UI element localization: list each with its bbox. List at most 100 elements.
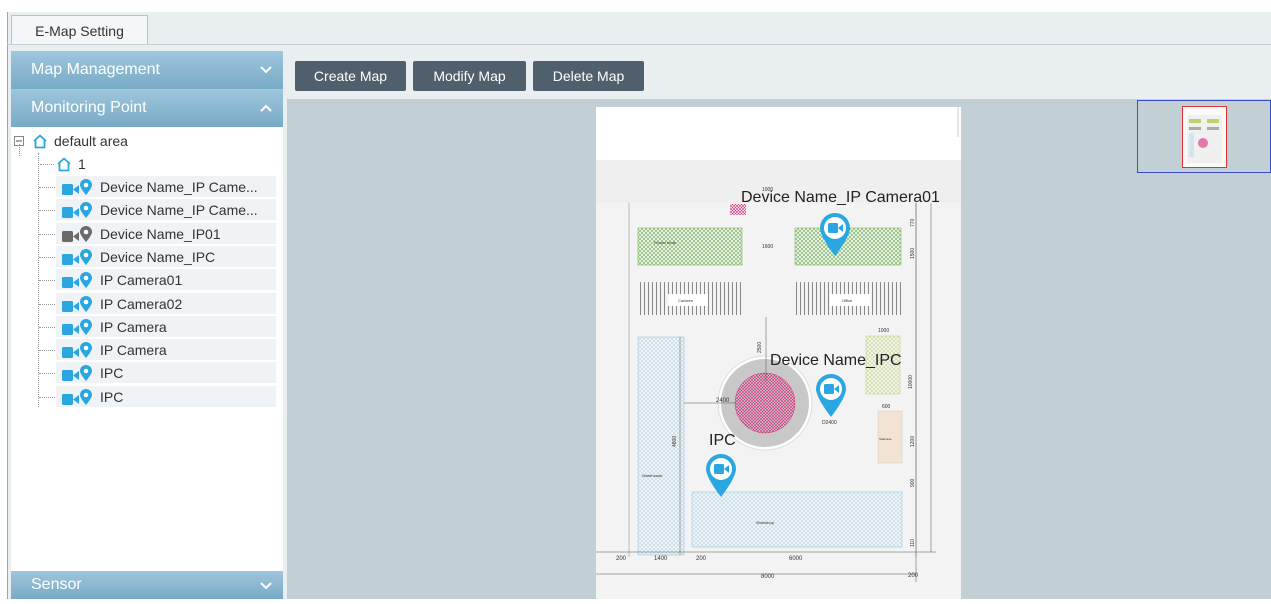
dots [40, 163, 54, 165]
map-management-header[interactable]: Map Management [11, 51, 283, 89]
device-item[interactable]: Device Name_IP Came... [56, 176, 276, 198]
device-item[interactable]: IP Camera02 [56, 292, 276, 315]
tree-line [39, 280, 55, 282]
location-pin-icon [80, 365, 92, 382]
tree-line [39, 350, 55, 352]
device-label: IPC [100, 388, 124, 405]
location-pin-icon [80, 318, 92, 335]
camera-icon [62, 275, 79, 289]
tree-line [39, 326, 55, 328]
home-icon [32, 134, 48, 149]
sensor-label: Sensor [31, 576, 82, 593]
dim-2400: 2400 [716, 398, 730, 404]
location-pin-icon [80, 179, 92, 195]
device-item[interactable]: IPC [56, 385, 276, 408]
device-item[interactable]: Device Name_IP01 [56, 222, 276, 245]
device-label: Device Name_IP Came... [100, 202, 258, 219]
create-map-button[interactable]: Create Map [295, 61, 406, 91]
tree-line [39, 396, 55, 398]
camera-marker-icon[interactable] [704, 452, 738, 503]
tree-line [39, 233, 55, 235]
dim-6000: 6000 [789, 556, 803, 562]
modify-map-button[interactable]: Modify Map [413, 61, 526, 91]
dim-770: 770 [910, 218, 916, 227]
location-pin-icon [80, 295, 92, 312]
device-label: IP Camera02 [100, 295, 183, 312]
camera-icon [62, 182, 79, 195]
dim-10000: 10000 [908, 375, 914, 389]
map-management-label: Map Management [31, 61, 160, 78]
location-pin-icon [80, 342, 92, 359]
location-pin-icon [80, 225, 92, 242]
dim-1200: 1200 [910, 436, 916, 447]
camera-icon [62, 392, 79, 405]
sensor-header[interactable]: Sensor [11, 571, 283, 599]
location-pin-icon [80, 272, 92, 289]
device-item[interactable]: IPC [56, 362, 276, 385]
location-pin-icon [80, 248, 92, 265]
dim-8000: 8000 [761, 574, 775, 580]
camera-marker-icon[interactable] [814, 372, 848, 423]
device-label: Device Name_IP Came... [100, 179, 258, 195]
map-overview-thumbnail[interactable] [1182, 106, 1227, 168]
dim-4800: 4800 [672, 436, 678, 447]
dim-600: 600 [882, 404, 891, 410]
home-icon [56, 157, 72, 172]
tree-root-label: default area [54, 133, 128, 149]
device-label: IPC [100, 365, 124, 382]
marker-label: Device Name_IPC [770, 352, 902, 369]
tree-line [39, 373, 55, 375]
chevron-up-icon[interactable] [259, 101, 273, 115]
tree-line [39, 256, 55, 258]
device-item[interactable]: Device Name_IPC [56, 245, 276, 268]
dim-1000: 1000 [878, 328, 889, 334]
chevron-down-icon[interactable] [259, 579, 273, 593]
camera-icon [62, 252, 79, 265]
device-item[interactable]: IP Camera01 [56, 269, 276, 292]
dim-900: 900 [910, 478, 916, 487]
device-item[interactable]: IP Camera [56, 339, 276, 362]
device-item[interactable]: Device Name_IP Came... [56, 199, 276, 222]
workshop-text: Workshop [756, 520, 775, 525]
dim-1400: 1400 [654, 556, 668, 562]
device-label: IP Camera [100, 342, 167, 359]
tree-child-label: 1 [78, 156, 86, 172]
tree-root[interactable]: default area [14, 130, 128, 152]
device-item[interactable]: IP Camera [56, 315, 276, 338]
canteen-text: Canteen [678, 298, 693, 303]
location-pin-icon [80, 202, 92, 219]
dim-2500: 2500 [757, 342, 763, 353]
top-strip [0, 0, 1271, 12]
camera-icon [62, 322, 79, 335]
camera-marker-icon[interactable] [818, 211, 852, 262]
location-pin-icon [80, 388, 92, 405]
staircase-text: Staircase [879, 437, 892, 441]
device-label: IP Camera [100, 318, 167, 335]
marker-label: IPC [709, 432, 736, 449]
office-text: Office [842, 298, 853, 303]
dim-200-c: 200 [908, 573, 919, 579]
tab-emap-setting[interactable]: E-Map Setting [11, 15, 148, 45]
dim-200: 200 [616, 556, 627, 562]
monitoring-point-label: Monitoring Point [31, 99, 147, 116]
camera-icon [62, 205, 79, 219]
tree-child-1[interactable]: 1 [40, 153, 86, 175]
monitoring-point-header[interactable]: Monitoring Point [11, 89, 283, 127]
dim-1600: 1600 [762, 244, 773, 250]
device-label: Device Name_IPC [100, 248, 216, 265]
tree-line [39, 303, 55, 305]
marker-label: Device Name_IP Camera01 [741, 189, 940, 206]
device-label: Device Name_IP01 [100, 225, 221, 242]
dim-110: 110 [910, 539, 916, 547]
tree-line [19, 144, 20, 156]
warehouse-text: Warehouse [642, 473, 663, 478]
tree-line [39, 210, 55, 212]
camera-icon [62, 229, 79, 242]
chevron-down-icon[interactable] [259, 63, 273, 77]
dim-1500: 1500 [910, 248, 916, 259]
camera-icon [62, 368, 79, 382]
tree-line [39, 187, 55, 188]
delete-map-button[interactable]: Delete Map [533, 61, 644, 91]
camera-icon [62, 345, 79, 359]
dim-200-b: 200 [696, 556, 707, 562]
